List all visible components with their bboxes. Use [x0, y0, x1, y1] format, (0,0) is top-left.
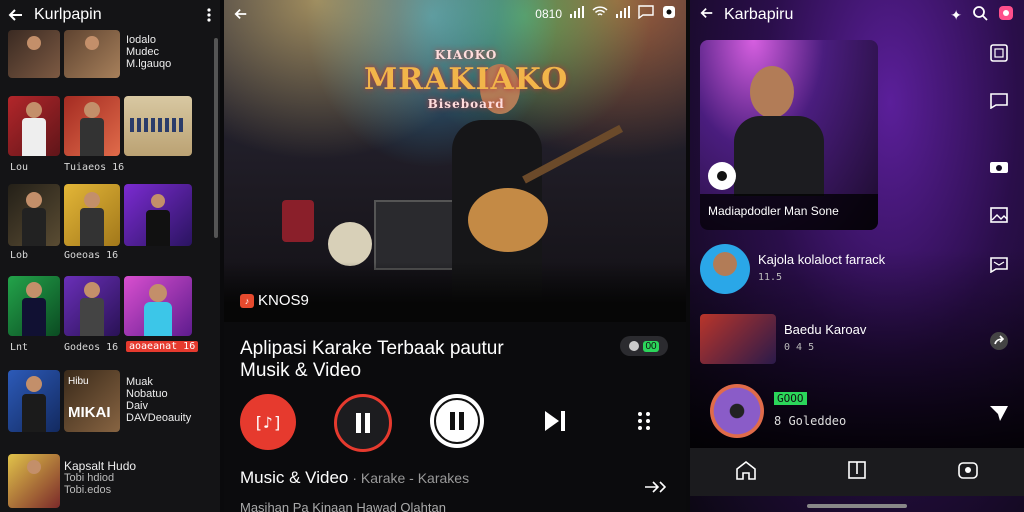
list-item-text: Muak Nobatuo Daiv DAVDeoauity: [126, 376, 192, 424]
library-icon[interactable]: [847, 460, 867, 485]
back-arrow-icon[interactable]: [234, 7, 248, 21]
right-app-title: Karbapiru: [724, 6, 794, 23]
video-thumbnail[interactable]: [64, 276, 120, 336]
thumbnail-caption: Goeoas 16: [64, 250, 119, 261]
more-vert-icon[interactable]: [206, 7, 212, 23]
record-icon: [♪]: [253, 412, 283, 432]
skip-next-icon: [545, 411, 565, 431]
singer-head: [750, 66, 794, 118]
logo-label: KNOS9: [258, 292, 309, 309]
back-arrow-icon[interactable]: [700, 6, 714, 25]
message-icon[interactable]: [638, 4, 654, 24]
status-badge: GOOO: [774, 392, 807, 405]
video-title: Aplipasi Karake Terbaak pautur Musik & V…: [240, 338, 504, 381]
video-thumbnail[interactable]: [8, 276, 60, 336]
grid-dots-icon: [638, 412, 650, 430]
gesture-handle[interactable]: [807, 504, 907, 508]
scrollbar[interactable]: [214, 38, 218, 238]
video-thumbnail[interactable]: [124, 96, 192, 156]
app-logo-tag: ♪ KNOS9: [240, 292, 309, 309]
right-screen: Karbapiru ✦ Madiapdodler Man Sone Kajola…: [690, 0, 1024, 512]
video-thumbnail[interactable]: [8, 454, 60, 508]
guitar-shape: [468, 188, 548, 252]
avatar-icon: [629, 341, 640, 351]
back-arrow-icon[interactable]: [8, 7, 24, 23]
message-icon[interactable]: [988, 254, 1010, 276]
square-icon[interactable]: [988, 42, 1010, 64]
vinyl-disc-icon: [710, 384, 764, 438]
drum-shape: [282, 200, 314, 242]
image-icon[interactable]: [988, 204, 1010, 226]
pause-icon: [356, 413, 370, 433]
camera-icon[interactable]: [988, 156, 1010, 178]
list-item[interactable]: Kajola kolaloct farrack 11.5: [700, 244, 970, 296]
play-disc-icon[interactable]: [708, 162, 736, 190]
video-thumbnail[interactable]: [8, 30, 60, 78]
pause-button-alt[interactable]: [334, 394, 392, 452]
profile-icon[interactable]: [957, 460, 979, 485]
record-button[interactable]: [♪]: [240, 394, 296, 450]
pause-button[interactable]: [430, 394, 484, 448]
player-screen: KIAOKO MRAKIAKO Biseboard ♪ KNOS9 0810 A…: [224, 0, 686, 512]
home-icon[interactable]: [735, 460, 757, 485]
thumbnail-text: Hibu: [68, 376, 89, 387]
sparkle-icon[interactable]: ✦: [950, 7, 962, 24]
thumbnail-caption: Lou: [10, 162, 29, 173]
list-item[interactable]: Baedu Karoav 0 4 5: [700, 314, 970, 366]
skip-next-button[interactable]: [530, 394, 580, 448]
signal-icon: [616, 5, 630, 23]
list-item-text: Kapsalt Hudo Tobi hdiod Tobi.edos: [64, 459, 137, 496]
bottom-nav: [690, 448, 1024, 496]
amplifier-shape: [374, 200, 464, 270]
video-thumbnail[interactable]: [124, 276, 192, 336]
send-icon[interactable]: [988, 402, 1010, 424]
singer-figure: [734, 116, 824, 196]
status-bar: 0810: [224, 0, 686, 28]
list-item-text: Iodalo Mudec M.lgauqo: [126, 34, 172, 70]
more-options-button[interactable]: [624, 394, 664, 448]
drum-shape: [328, 222, 372, 266]
video-thumbnail[interactable]: [64, 30, 120, 78]
right-app-bar: Karbapiru ✦: [690, 0, 1024, 30]
video-thumbnail[interactable]: Hibu MIKAI: [64, 370, 120, 432]
thumbnail-caption: Lob: [10, 250, 29, 261]
thumbnail-caption-badge: aoaeanat 16: [126, 341, 199, 352]
wifi-icon: [592, 5, 608, 23]
video-thumbnail[interactable]: [8, 370, 60, 432]
search-icon[interactable]: [972, 5, 988, 26]
thumbnail-caption: Lnt: [10, 342, 29, 353]
logo-icon: ♪: [240, 293, 254, 308]
video-thumbnail[interactable]: [64, 184, 120, 246]
list-item[interactable]: GOOO 8 Goleddeo: [700, 384, 970, 438]
status-time: 0810: [535, 7, 562, 21]
profile-icon[interactable]: [998, 5, 1014, 26]
avatar: [700, 244, 750, 294]
notification-icon[interactable]: [662, 5, 676, 24]
views-pill[interactable]: 00: [620, 336, 668, 356]
pill-badge: 00: [643, 340, 659, 352]
left-screen: Kurlpapin Iodalo Mudec M.lgauqo Lou Tuia…: [0, 0, 220, 512]
share-arrow-icon[interactable]: [644, 480, 667, 499]
stage-sign: KIAOKO MRAKIAKO Biseboard: [364, 48, 569, 111]
video-thumbnail: [700, 314, 776, 364]
category-label: Music & Video · Karake - Karakes: [240, 468, 470, 487]
card-caption: Madiapdodler Man Sone: [700, 194, 878, 230]
thumbnail-caption: Tuiaeos 16: [64, 162, 125, 173]
video-frame[interactable]: KIAOKO MRAKIAKO Biseboard ♪ KNOS9: [224, 0, 686, 322]
share-icon[interactable]: [988, 330, 1010, 352]
thumbnail-text: MIKAI: [68, 404, 111, 421]
next-item-text: Masihan Pa Kinaan Hawad Olahtan: [240, 500, 446, 512]
left-app-bar: Kurlpapin: [0, 0, 220, 30]
chat-icon[interactable]: [988, 90, 1010, 112]
left-app-title: Kurlpapin: [34, 6, 102, 23]
video-thumbnail[interactable]: [8, 184, 60, 246]
video-thumbnail[interactable]: [124, 184, 192, 246]
featured-video-card[interactable]: Madiapdodler Man Sone: [700, 40, 878, 230]
video-thumbnail[interactable]: [8, 96, 60, 156]
signal-icon: [570, 5, 584, 23]
video-thumbnail[interactable]: [64, 96, 120, 156]
thumbnail-caption: Godeos 16: [64, 342, 119, 353]
